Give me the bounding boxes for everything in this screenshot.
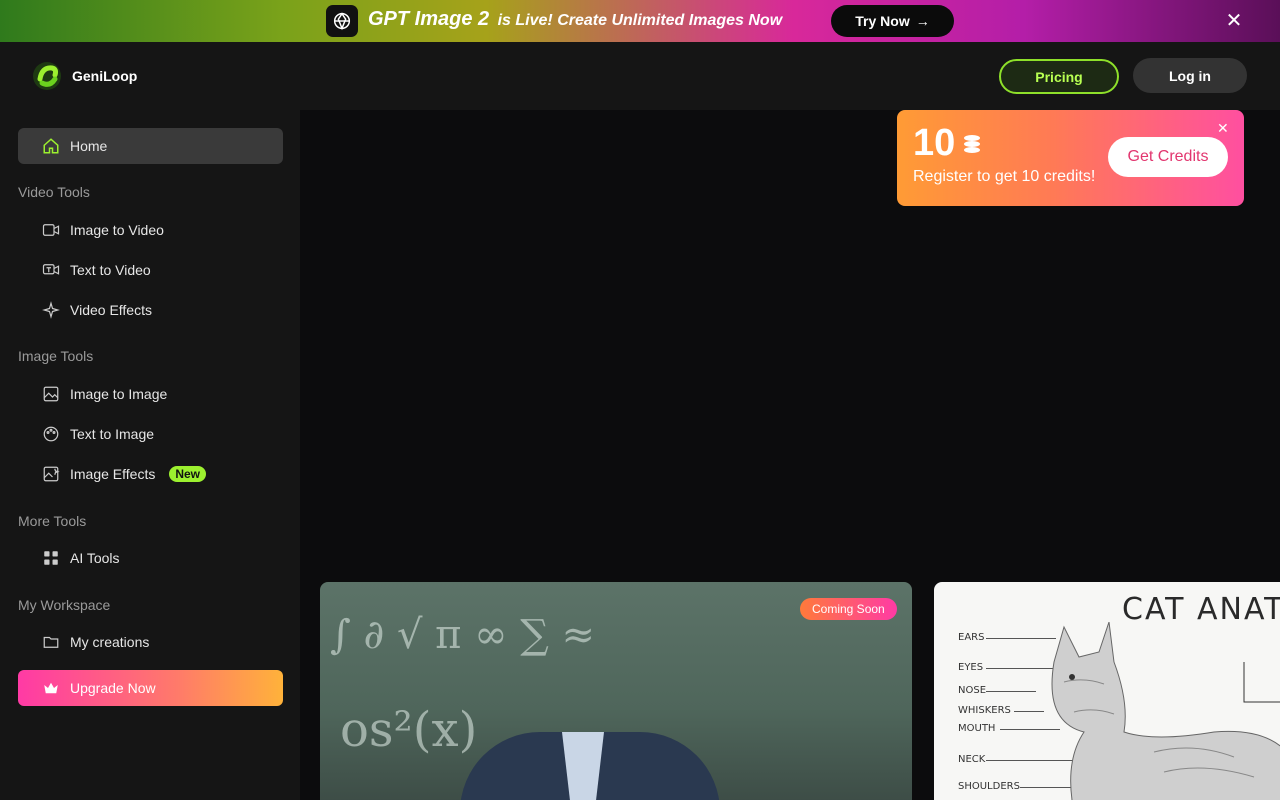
sidebar-item-label: Video Effects xyxy=(70,302,152,318)
new-badge: New xyxy=(169,466,207,482)
credits-amount: 10 xyxy=(913,122,981,165)
image-effects-icon xyxy=(42,465,60,483)
sidebar-item-label: AI Tools xyxy=(70,550,120,566)
try-now-label: Try Now xyxy=(855,13,910,29)
pricing-button[interactable]: Pricing xyxy=(999,59,1119,94)
label-line xyxy=(986,691,1036,692)
palette-icon xyxy=(42,425,60,443)
cat-anatomy-card[interactable]: CAT ANATOMY EARS EYES NOSE WHISKERS MOUT… xyxy=(934,582,1280,800)
sidebar-item-label: Text to Video xyxy=(70,262,151,278)
credits-promo-card: 10 Register to get 10 credits! Get Credi… xyxy=(897,110,1244,206)
sidebar-item-image-to-image[interactable]: Image to Image xyxy=(18,376,283,412)
cat-label: EYES xyxy=(958,662,984,673)
sidebar-item-my-creations[interactable]: My creations xyxy=(18,624,283,660)
home-icon xyxy=(42,137,60,155)
get-credits-button[interactable]: Get Credits xyxy=(1108,137,1228,177)
grid-icon xyxy=(42,549,60,567)
banner-text: GPT Image 2 is Live! Create Unlimited Im… xyxy=(368,8,782,31)
promo-banner: GPT Image 2 is Live! Create Unlimited Im… xyxy=(0,0,1280,42)
sidebar-item-label: Image to Video xyxy=(70,222,164,238)
upgrade-button[interactable]: Upgrade Now xyxy=(18,670,283,706)
openai-icon xyxy=(326,5,358,37)
cat-label: MOUTH xyxy=(958,723,996,734)
crown-icon xyxy=(42,679,60,697)
cat-label: NECK xyxy=(958,754,986,765)
credits-subtitle: Register to get 10 credits! xyxy=(913,168,1096,185)
sidebar-item-label: Text to Image xyxy=(70,426,155,442)
sidebar-item-text-to-image[interactable]: Text to Image xyxy=(18,416,283,452)
main-content: 10 Register to get 10 credits! Get Credi… xyxy=(300,110,1280,800)
sidebar-item-home[interactable]: Home xyxy=(18,128,283,164)
brand-logo[interactable]: GeniLoop xyxy=(30,59,137,93)
sparkle-icon xyxy=(42,301,60,319)
section-title-my-workspace: My Workspace xyxy=(18,597,111,613)
sidebar-item-label: Home xyxy=(70,138,108,154)
video-card[interactable]: ∫ ∂ √ π ∞ ∑ ≈ os²(x) Coming Soon xyxy=(320,582,912,800)
image-icon xyxy=(42,385,60,403)
cat-label: NOSE xyxy=(958,685,987,696)
section-title-more-tools: More Tools xyxy=(18,513,87,529)
text-video-icon xyxy=(42,261,60,279)
top-header: GeniLoop Pricing Log in xyxy=(0,42,1280,110)
coming-soon-badge: Coming Soon xyxy=(800,598,897,620)
close-icon[interactable]: ✕ xyxy=(1217,120,1229,137)
chalkboard-formula: os²(x) xyxy=(340,702,478,758)
sidebar-item-label: Image to Image xyxy=(70,386,168,402)
sidebar-item-image-to-video[interactable]: Image to Video xyxy=(18,212,283,248)
cat-label: WHISKERS xyxy=(958,705,1011,716)
cat-illustration xyxy=(1051,622,1280,800)
brand-name: GeniLoop xyxy=(72,68,138,84)
close-icon[interactable]: ✕ xyxy=(1224,11,1244,31)
arrow-right-icon: → xyxy=(915,13,930,29)
geniloop-logo-icon xyxy=(33,62,61,90)
image-video-icon xyxy=(42,221,60,239)
sidebar-item-text-to-video[interactable]: Text to Video xyxy=(18,252,283,288)
sidebar-item-label: Image Effects xyxy=(70,466,156,482)
cat-label: SHOULDERS xyxy=(958,781,1020,792)
sidebar-item-label: My creations xyxy=(70,634,150,650)
banner-subtext: is Live! Create Unlimited Images Now xyxy=(497,12,783,29)
folder-icon xyxy=(42,633,60,651)
section-title-image-tools: Image Tools xyxy=(18,348,94,364)
sidebar: Home Video Tools Image to Video Text to … xyxy=(0,110,300,800)
upgrade-label: Upgrade Now xyxy=(70,680,156,696)
sidebar-item-video-effects[interactable]: Video Effects xyxy=(18,292,283,328)
section-title-video-tools: Video Tools xyxy=(18,184,90,200)
sidebar-item-ai-tools[interactable]: AI Tools xyxy=(18,540,283,576)
coins-icon xyxy=(964,134,981,153)
try-now-button[interactable]: Try Now → xyxy=(831,5,954,37)
credits-value: 10 xyxy=(913,122,956,164)
login-button[interactable]: Log in xyxy=(1133,58,1247,93)
sidebar-item-image-effects[interactable]: Image Effects New xyxy=(18,456,283,492)
cat-label: EARS xyxy=(958,632,985,643)
banner-headline: GPT Image 2 xyxy=(368,8,490,30)
chalkboard-writing: ∫ ∂ √ π ∞ ∑ ≈ xyxy=(330,612,595,658)
